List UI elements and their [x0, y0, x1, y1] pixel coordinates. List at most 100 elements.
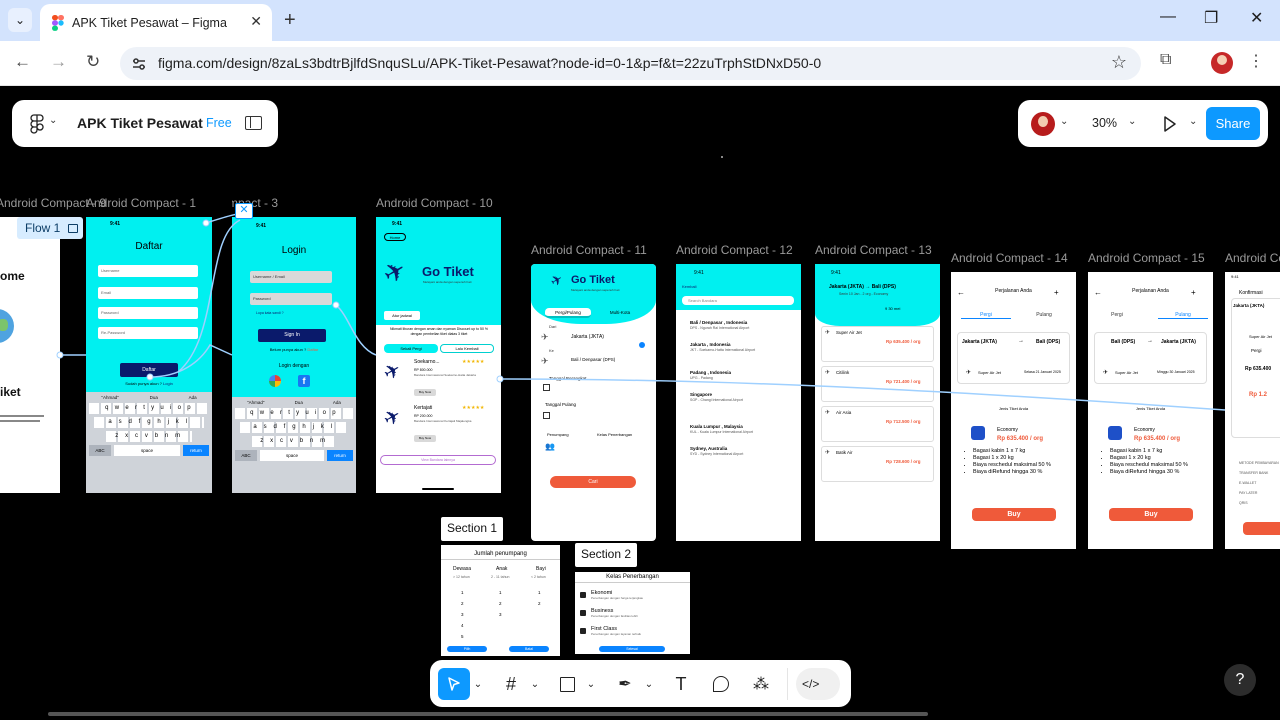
omnibox[interactable]: figma.com/design/8zaLs3bdtrBjlfdSnquSLu/… [120, 47, 1141, 80]
zoom-chevron-icon[interactable]: ⌄ [1128, 116, 1136, 127]
section-2-label[interactable]: Section 2 [575, 543, 638, 567]
search-tab-multi-city[interactable]: Multi-Kota [597, 308, 643, 318]
reload-icon[interactable]: ↻ [86, 52, 100, 72]
keyboard[interactable]: "Ahmad" Dua Ada q w e r t y u i o p a s … [86, 392, 212, 493]
class-option[interactable]: Business Penerbangan dengan fasilitas leb… [579, 608, 687, 626]
extensions-icon[interactable]: ⧉ [1160, 51, 1171, 69]
suggestion-2[interactable]: Dua [150, 395, 158, 400]
home-badge[interactable]: Home [384, 233, 406, 241]
infant-picker[interactable]: 12 [538, 587, 541, 609]
pay-button[interactable] [1243, 522, 1280, 535]
frame-login[interactable]: 9:41 Login Username / Email Password Lup… [232, 217, 356, 493]
airport-list-item[interactable]: Bali / Denpasar , Indonesia DPS - Ngurah … [690, 320, 790, 330]
flow-starting-point[interactable]: Flow 1 [17, 217, 83, 239]
frame-trip-detail-depart[interactable]: ← Perjalanan Anda + Pergi Pulang Jakarta… [951, 272, 1076, 549]
search-button[interactable]: Cari [550, 476, 636, 488]
schedule-button[interactable]: Atur jadwal [384, 311, 420, 320]
buy-now-button[interactable]: Buy Now [414, 389, 436, 396]
to-field[interactable]: Bali / Denpasar (DPS) [571, 357, 615, 362]
frame-airport-list[interactable]: 9:41 Kembali Search Bandara Bali / Denpa… [676, 264, 801, 541]
text-tool-icon[interactable]: T [665, 668, 697, 700]
menu-chevron-icon[interactable]: ⌄ [49, 115, 57, 126]
frame-label-15[interactable]: Android Compact - 15 [1088, 251, 1205, 265]
window-close-icon[interactable]: ✕ [1250, 8, 1263, 28]
google-icon[interactable] [269, 375, 281, 387]
airport-list-item[interactable]: Singapore SGP - Changi International Airp… [690, 392, 790, 402]
suggestion-3[interactable]: Ada [333, 400, 341, 405]
register-link[interactable]: Daftar [307, 347, 318, 352]
return-date-label[interactable]: Tanggal Pulang [545, 402, 576, 407]
present-chevron-icon[interactable]: ⌄ [1189, 116, 1197, 127]
depart-date-label[interactable]: Tanggal Berangkat [549, 376, 587, 381]
tab-search-button[interactable]: ⌄ [8, 8, 32, 32]
move-tool[interactable] [438, 668, 470, 700]
kb-row-2[interactable]: a s d f g h j k l [240, 422, 348, 433]
frame-tool-icon[interactable]: # [495, 668, 527, 700]
child-picker[interactable]: 123 [499, 587, 502, 620]
home-tab-one-way[interactable]: Sekali Pergi [384, 344, 438, 353]
airport-search-input[interactable]: Search Bandara [682, 296, 794, 305]
email-field[interactable]: Email [98, 287, 198, 299]
browser-menu-icon[interactable]: ⋮ [1248, 51, 1264, 71]
suggestion-1[interactable]: "Ahmad" [101, 395, 118, 400]
frame-results[interactable]: 9:41 Jakarta (JKTA) → Bali (DPS) Senin 1… [815, 264, 940, 541]
forward-icon[interactable]: → [50, 52, 67, 72]
user-avatar[interactable] [1031, 112, 1055, 136]
add-icon[interactable]: + [1191, 288, 1196, 297]
help-button[interactable]: ? [1224, 664, 1256, 696]
suggestion-1[interactable]: "Ahmad" [247, 400, 264, 405]
shape-tool-chevron-icon[interactable]: ⌄ [583, 668, 599, 700]
kb-abc-key[interactable]: ABC [235, 450, 257, 461]
facebook-icon[interactable]: f [298, 375, 310, 387]
suggestion-2[interactable]: Dua [295, 400, 303, 405]
kb-abc-key[interactable]: ABC [89, 445, 111, 456]
kb-row-1[interactable]: q w e r t y u i o p [89, 403, 209, 414]
username-field[interactable]: Username [98, 265, 198, 277]
airport-card-1[interactable]: ✈ Soekarno... ★★★★★ RP 800.000 Bandara I… [380, 357, 496, 401]
pen-tool-chevron-icon[interactable]: ⌄ [641, 668, 657, 700]
buy-now-button[interactable]: Buy Now [414, 435, 436, 442]
repassword-field[interactable]: Re-Password [98, 327, 198, 339]
frame-welcome[interactable]: ome iket [0, 217, 60, 493]
add-icon[interactable]: + [1054, 288, 1059, 297]
kb-row-3[interactable]: z x c v b n m [252, 436, 336, 447]
frame-register[interactable]: 9:41 Daftar Username Email Password Re-P… [86, 217, 212, 493]
section-1-label[interactable]: Section 1 [441, 517, 504, 541]
passenger-label[interactable]: Penumpang [547, 432, 569, 437]
figma-menu-icon[interactable] [30, 114, 44, 134]
airport-list-item[interactable]: Jakarta , Indonesia JKT - Soekarno-Hatta … [690, 342, 790, 352]
kb-row-2[interactable]: a s d f g h j k l [94, 417, 204, 428]
frame-home[interactable]: 9:41 Home ✈ Go Tiket Melayani anda denga… [376, 217, 501, 493]
home-tab-round-trip[interactable]: Lalu Kembali [440, 344, 494, 353]
register-button[interactable]: Daftar [120, 363, 178, 377]
frame-label-16[interactable]: Android Compact - 16 [1225, 251, 1280, 265]
kb-return-key[interactable]: return [183, 445, 209, 456]
login-username-field[interactable]: Username / Email [250, 271, 332, 283]
present-play-icon[interactable] [1163, 116, 1177, 132]
share-button[interactable]: Share [1206, 107, 1260, 140]
section-1-frame[interactable]: Jumlah penumpang Dewasa Anak Bayi > 12 t… [441, 545, 560, 656]
buy-button[interactable]: Buy [1109, 508, 1193, 521]
login-link[interactable]: Login [163, 381, 173, 386]
maximize-icon[interactable]: ❐ [1204, 8, 1218, 28]
frame-tool-chevron-icon[interactable]: ⌄ [527, 668, 543, 700]
cancel-button[interactable]: Batal [509, 646, 549, 652]
url-text[interactable]: figma.com/design/8zaLs3bdtrBjlfdSnquSLu/… [158, 55, 821, 71]
pick-button[interactable]: Pilih [447, 646, 487, 652]
frame-search[interactable]: ✈ Go Tiket Melayani anda dengan sepenuh … [531, 264, 656, 541]
frame-label-1[interactable]: Android Compact - 1 [86, 196, 196, 210]
airport-list-item[interactable]: Kuala Lumpur , Malaysia KUL - Kuala Lumpu… [690, 424, 790, 434]
connection-delete-icon[interactable]: ✕ [235, 203, 253, 219]
kb-space-key[interactable]: space [260, 450, 324, 461]
view-more-airports-button[interactable]: View Bandara lainnya [380, 455, 496, 465]
tab-pulang[interactable]: Pulang [1158, 312, 1208, 319]
sign-in-button[interactable]: Sign In [258, 329, 326, 342]
airport-card-2[interactable]: ✈ Kertajati ★★★★★ RP 200.000 Bandara Int… [380, 403, 496, 447]
site-info-icon[interactable] [130, 55, 148, 73]
frame-trip-detail-return[interactable]: ← Perjalanan Anda + Pergi Pulang Bali (D… [1088, 272, 1213, 549]
avatar-chevron-icon[interactable]: ⌄ [1060, 116, 1068, 127]
tab-pulang[interactable]: Pulang [1019, 312, 1069, 318]
section-2-frame[interactable]: Kelas Penerbangan Ekonomi Penerbangan den… [575, 572, 690, 654]
minimize-icon[interactable]: — [1160, 8, 1176, 26]
sidebar-toggle-icon[interactable] [245, 116, 262, 130]
